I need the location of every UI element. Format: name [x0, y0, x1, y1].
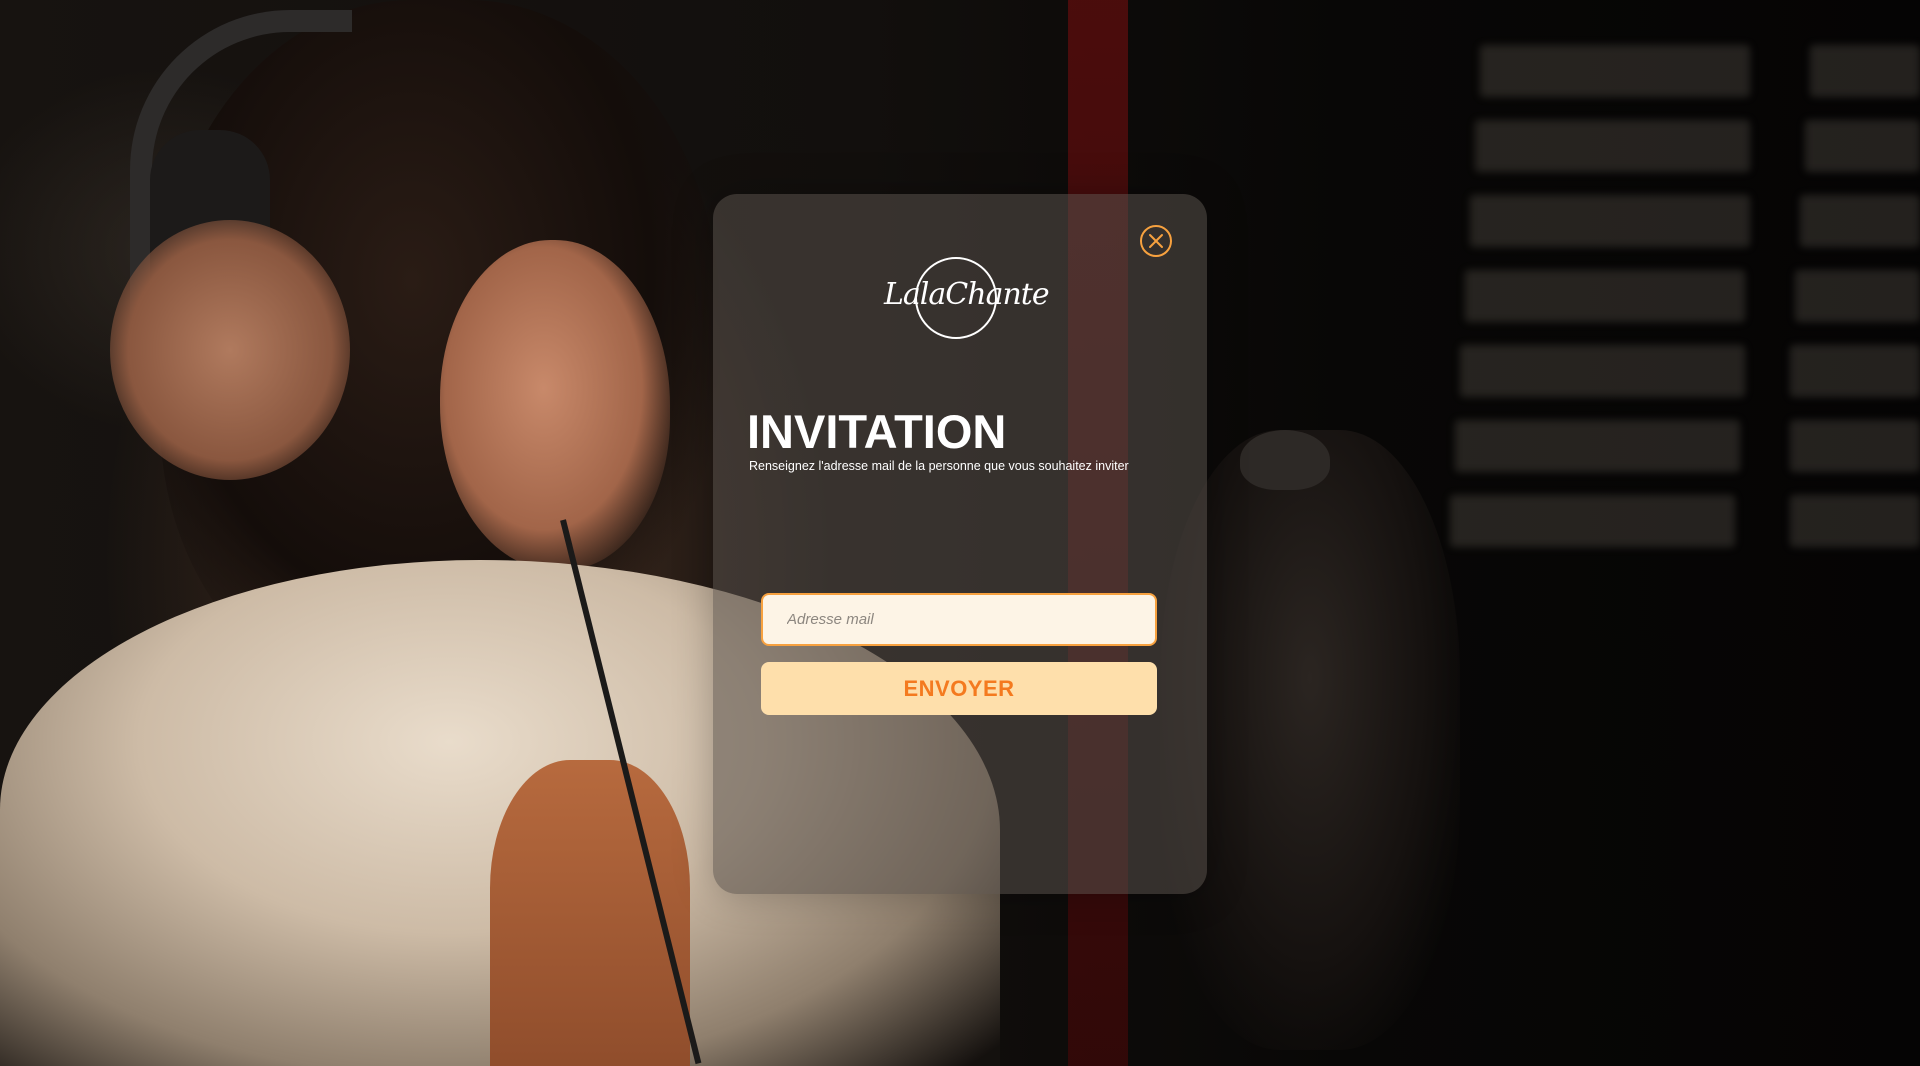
photo-blind-slat	[1800, 195, 1920, 247]
photo-blind-slat	[1455, 420, 1740, 472]
photo-blind-slat	[1790, 345, 1920, 397]
photo-blind-slat	[1450, 495, 1735, 547]
send-button[interactable]: ENVOYER	[761, 662, 1157, 715]
photo-blind-slat	[1805, 120, 1920, 172]
photo-blind-slat	[1810, 45, 1920, 97]
page-background: LalaChante INVITATION Renseignez l'adres…	[0, 0, 1920, 1066]
photo-blind-slat	[1790, 420, 1920, 472]
modal-title: INVITATION	[747, 405, 1007, 458]
photo-blind-slat	[1790, 495, 1920, 547]
photo-blind-slat	[1465, 270, 1745, 322]
photo-blind-slat	[1480, 45, 1750, 97]
photo-blind-slat	[1795, 270, 1920, 322]
email-input[interactable]	[761, 593, 1157, 646]
photo-hand	[110, 220, 350, 480]
close-icon	[1149, 234, 1163, 248]
photo-face	[440, 240, 670, 570]
photo-blind-slat	[1475, 120, 1750, 172]
modal-subtitle: Renseignez l'adresse mail de la personne…	[749, 459, 1129, 473]
photo-blind-slat	[1460, 345, 1745, 397]
invitation-modal: LalaChante INVITATION Renseignez l'adres…	[713, 194, 1207, 894]
photo-microphone	[1240, 430, 1330, 490]
photo-blind-slat	[1470, 195, 1750, 247]
brand-logo: LalaChante	[884, 257, 1050, 347]
logo-text: LalaChante	[884, 277, 1050, 312]
close-button[interactable]	[1140, 225, 1172, 257]
